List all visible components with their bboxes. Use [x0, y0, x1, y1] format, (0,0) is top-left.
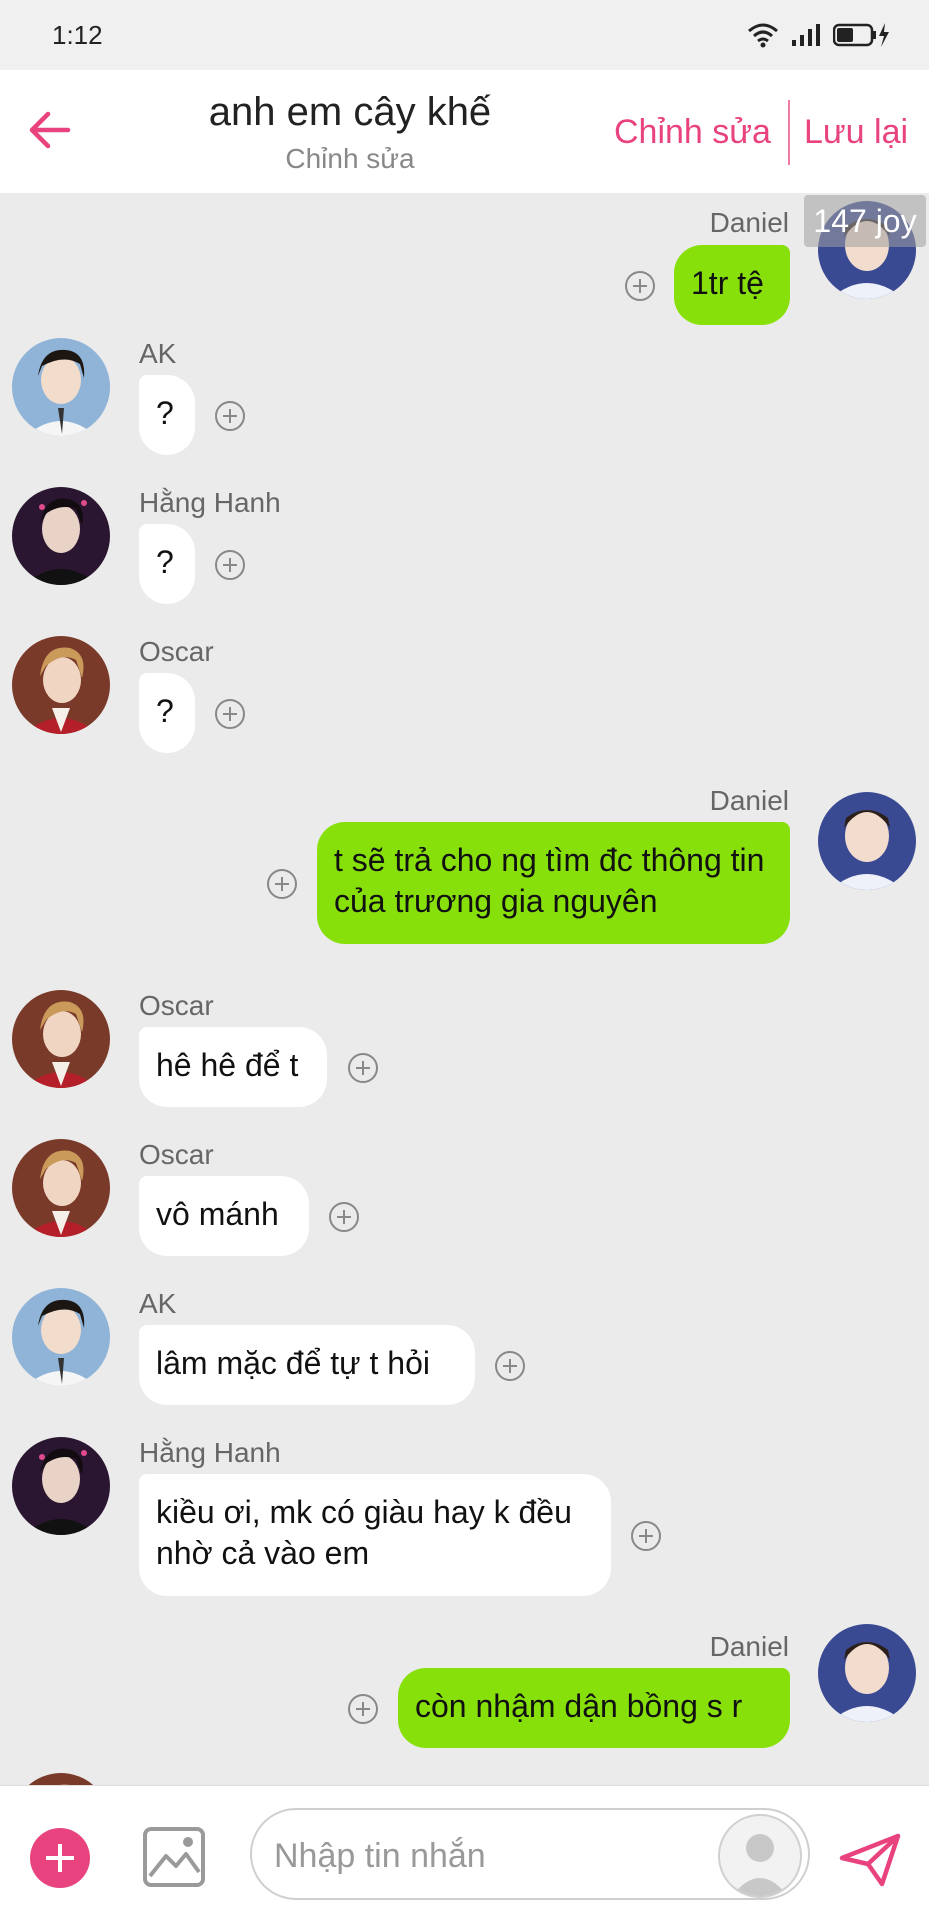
back-arrow-icon[interactable]	[28, 108, 72, 152]
sender-name: Hằng Hanh	[139, 1437, 281, 1468]
add-reaction-icon[interactable]	[215, 401, 245, 431]
image-icon[interactable]	[142, 1826, 206, 1888]
message-input-wrapper	[250, 1808, 810, 1900]
message-incoming: Hằng Hanh kiều ơi, mk có giàu hay k đều …	[0, 1437, 929, 1637]
message-bubble[interactable]: ?	[139, 375, 195, 455]
message-bubble[interactable]: vô mánh	[139, 1176, 309, 1256]
message-bubble[interactable]: hê hê để t	[139, 1027, 327, 1107]
message-bubble[interactable]: còn nhậm dận bồng s r	[398, 1668, 790, 1748]
battery-icon	[833, 23, 889, 47]
sender-name: Hằng Hanh	[139, 487, 281, 518]
save-button[interactable]: Lưu lại	[804, 112, 908, 152]
avatar[interactable]	[12, 338, 110, 436]
add-reaction-icon[interactable]	[329, 1202, 359, 1232]
sender-name: AK	[139, 1288, 177, 1319]
add-reaction-icon[interactable]	[495, 1351, 525, 1381]
message-bubble[interactable]: ?	[139, 673, 195, 753]
avatar[interactable]	[12, 1288, 110, 1386]
status-icons	[747, 22, 891, 48]
status-bar: 1:12	[0, 0, 929, 70]
sticker-avatar-icon[interactable]	[718, 1814, 802, 1898]
header-divider	[788, 100, 790, 165]
chat-header: anh em cây khế Chỉnh sửa Chỉnh sửa Lưu l…	[0, 70, 929, 193]
message-incoming: AK lâm mặc để tự t hỏi	[0, 1288, 929, 1428]
sender-name: Oscar	[139, 636, 214, 667]
message-incoming: Hằng Hanh ?	[0, 487, 929, 627]
avatar[interactable]	[818, 792, 916, 890]
composer-bar	[0, 1785, 929, 1921]
message-list[interactable]: Daniel 1tr tệ 147 joy AK ? Hằng Hanh ? O…	[0, 193, 929, 1785]
message-incoming: AK ?	[0, 338, 929, 478]
message-incoming: Oscar ?	[0, 636, 929, 776]
avatar[interactable]	[12, 487, 110, 585]
title-block: anh em cây khế Chỉnh sửa	[160, 88, 540, 176]
message-outgoing: Daniel 1tr tệ 147 joy	[0, 193, 929, 333]
avatar	[12, 1773, 110, 1785]
message-incoming: Oscar hê hê để t	[0, 990, 929, 1130]
avatar[interactable]	[12, 1437, 110, 1535]
add-reaction-icon[interactable]	[215, 699, 245, 729]
avatar[interactable]	[12, 1139, 110, 1237]
avatar[interactable]	[12, 636, 110, 734]
message-bubble[interactable]: kiều ơi, mk có giàu hay k đều nhờ cả vào…	[139, 1474, 611, 1596]
message-input[interactable]	[272, 1828, 696, 1884]
message-bubble[interactable]: lâm mặc để tự t hỏi	[139, 1325, 475, 1405]
message-bubble[interactable]: ?	[139, 524, 195, 604]
add-reaction-icon[interactable]	[631, 1521, 661, 1551]
wifi-icon	[748, 23, 778, 48]
edit-button[interactable]: Chỉnh sửa	[614, 112, 771, 152]
chat-title: anh em cây khế	[208, 90, 492, 134]
avatar[interactable]	[12, 990, 110, 1088]
add-reaction-icon[interactable]	[348, 1053, 378, 1083]
message-incoming: Oscar vô mánh	[0, 1139, 929, 1279]
add-attachment-button[interactable]	[30, 1828, 90, 1888]
add-reaction-icon[interactable]	[348, 1694, 378, 1724]
overlay-badge: 147 joy	[804, 195, 926, 247]
message-bubble[interactable]: t sẽ trả cho ng tìm đc thông tin của trư…	[317, 822, 790, 944]
add-reaction-icon[interactable]	[267, 869, 297, 899]
sender-name: Daniel	[709, 785, 789, 816]
message-outgoing: Daniel còn nhậm dận bồng s r	[0, 1624, 929, 1771]
send-icon[interactable]	[838, 1832, 902, 1888]
signal-icon	[792, 24, 820, 46]
add-reaction-icon[interactable]	[625, 271, 655, 301]
message-outgoing: Daniel t sẽ trả cho ng tìm đc thông tin …	[0, 785, 929, 985]
sender-name: Daniel	[709, 207, 789, 238]
add-reaction-icon[interactable]	[215, 550, 245, 580]
avatar[interactable]	[818, 1624, 916, 1722]
sender-name: Daniel	[709, 1631, 789, 1662]
chat-subtitle: Chỉnh sửa	[285, 143, 415, 174]
sender-name: Oscar	[139, 1139, 214, 1170]
sender-name: AK	[139, 338, 177, 369]
status-time: 1:12	[52, 19, 103, 50]
message-bubble[interactable]: 1tr tệ	[674, 245, 790, 325]
sender-name: Oscar	[139, 990, 214, 1021]
